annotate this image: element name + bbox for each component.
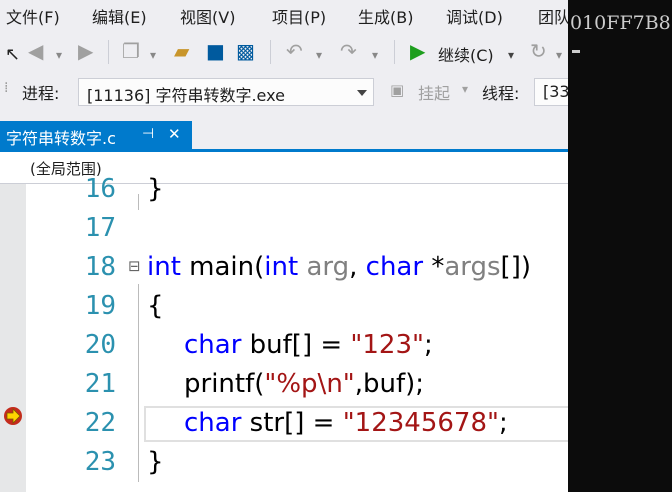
punctuation: ;	[498, 408, 508, 438]
toolbar-separator	[394, 40, 395, 64]
save-all-icon[interactable]: ▩	[236, 40, 255, 62]
keyword: int	[147, 252, 181, 282]
visual-studio-window: 文件(F) 编辑(E) 视图(V) 项目(P) 生成(B) 调试(D) 团队 ↖…	[0, 0, 568, 492]
code-line: }	[147, 443, 164, 482]
redo-dropdown-icon[interactable]: ▾	[372, 44, 378, 66]
continue-icon[interactable]: ▶	[410, 40, 425, 62]
keyword: char	[365, 252, 424, 282]
line-number: 18	[84, 252, 116, 282]
code-text: }	[147, 447, 164, 477]
back-dropdown-icon[interactable]: ▾	[56, 44, 62, 66]
close-icon[interactable]: ✕	[168, 125, 181, 143]
line-number: 17	[84, 213, 116, 243]
line-number: 22	[84, 408, 116, 438]
suspend-icon[interactable]: ▣	[390, 81, 404, 99]
suspend-button[interactable]: 挂起	[418, 80, 450, 104]
keyword: char	[184, 330, 242, 360]
menu-edit[interactable]: 编辑(E)	[92, 4, 147, 28]
code-line: {	[147, 287, 164, 326]
thread-label: 线程:	[482, 84, 520, 103]
save-icon[interactable]: ■	[206, 40, 225, 62]
code-line: int main(int arg, char *args[])	[147, 248, 531, 287]
function-name: printf(	[184, 369, 265, 399]
forward-icon[interactable]: ▶	[78, 40, 93, 62]
line-number: 16	[84, 174, 116, 204]
code-text: {	[147, 291, 164, 321]
string-literal: "12345678"	[342, 408, 499, 438]
keyword: char	[184, 408, 242, 438]
process-bar: ⁞ 进程: [11136] 字符串转数字.exe ▣ 挂起 ▾ 线程: [33	[0, 74, 568, 110]
punctuation: ,	[349, 252, 366, 282]
menu-team[interactable]: 团队	[538, 4, 568, 28]
punctuation: ;	[423, 330, 433, 360]
mouse-pointer-icon: ↖	[5, 44, 21, 65]
continue-dropdown-icon[interactable]: ▾	[508, 44, 514, 66]
tab-source-file[interactable]: 字符串转数字.c ⊣ ✕	[0, 121, 192, 149]
restart-dropdown-icon[interactable]: ▾	[556, 44, 562, 66]
new-dropdown-icon[interactable]: ▾	[150, 44, 156, 66]
suspend-dropdown-icon[interactable]: ▾	[462, 82, 468, 96]
parameter: args	[444, 252, 501, 282]
line-number: 19	[84, 291, 116, 321]
grip-icon: ⁞	[4, 80, 9, 96]
console-output: 010FF7B8	[570, 12, 671, 34]
menu-project[interactable]: 项目(P)	[272, 4, 326, 28]
string-literal: "%p\n"	[264, 369, 355, 399]
keyword: int	[264, 252, 299, 282]
collapse-guide	[138, 194, 139, 210]
undo-dropdown-icon[interactable]: ▾	[316, 44, 322, 66]
toolbar-separator	[270, 40, 271, 64]
collapse-guide	[138, 284, 139, 482]
string-literal: "123"	[350, 330, 424, 360]
code-text: str[] =	[241, 408, 343, 438]
collapse-icon[interactable]: ⊟	[128, 256, 141, 276]
code-editor[interactable]: ⊟ 16 17 18 19 20 21 22 23 } int main(int…	[0, 174, 568, 492]
menu-debug[interactable]: 调试(D)	[446, 4, 503, 28]
line-number: 23	[84, 447, 116, 477]
continue-button[interactable]: 继续(C)	[438, 42, 494, 66]
code-line: char str[] = "12345678";	[184, 404, 508, 443]
code-line: }	[147, 170, 164, 209]
console-cursor	[572, 50, 580, 53]
current-statement-arrow-icon	[4, 407, 22, 425]
thread-dropdown[interactable]: [33	[534, 78, 568, 106]
restart-icon[interactable]: ↻	[530, 40, 547, 62]
punctuation: ,buf);	[354, 369, 425, 399]
code-line: char buf[] = "123";	[184, 326, 433, 365]
menu-view[interactable]: 视图(V)	[180, 4, 235, 28]
redo-icon[interactable]: ↷	[340, 40, 357, 62]
indicator-margin[interactable]	[0, 184, 26, 492]
line-number: 21	[84, 369, 116, 399]
code-text: }	[147, 174, 164, 204]
back-icon[interactable]: ◀	[28, 40, 43, 62]
function-name: main(	[180, 252, 265, 282]
open-folder-icon[interactable]: ▰	[174, 40, 189, 62]
toolbar-separator	[108, 40, 109, 64]
menu-bar: 文件(F) 编辑(E) 视图(V) 项目(P) 生成(B) 调试(D) 团队	[0, 0, 568, 30]
process-value: [11136] 字符串转数字.exe	[87, 86, 285, 105]
line-number: 20	[84, 330, 116, 360]
parameter: arg	[298, 252, 350, 282]
process-dropdown[interactable]: [11136] 字符串转数字.exe	[78, 78, 374, 106]
console-window[interactable]: 010FF7B8	[568, 0, 672, 492]
process-label: 进程:	[22, 84, 60, 103]
pin-icon[interactable]: ⊣	[142, 126, 154, 142]
new-project-icon[interactable]: ❐	[122, 40, 140, 62]
punctuation: *	[423, 252, 445, 282]
code-line: printf("%p\n",buf);	[184, 365, 424, 404]
code-text: buf[] =	[241, 330, 351, 360]
menu-file[interactable]: 文件(F)	[6, 4, 60, 28]
chevron-down-icon	[357, 90, 367, 96]
undo-icon[interactable]: ↶	[286, 40, 303, 62]
menu-build[interactable]: 生成(B)	[358, 4, 413, 28]
tab-title: 字符串转数字.c	[6, 129, 116, 148]
punctuation: [])	[500, 252, 531, 282]
thread-value: [33	[543, 82, 568, 101]
debug-toolbar: ↖ ◀ ▾ ▶ ❐ ▾ ▰ ■ ▩ ↶ ▾ ↷ ▾ ▶ 继续(C) ▾ ↻ ▾	[0, 32, 568, 72]
